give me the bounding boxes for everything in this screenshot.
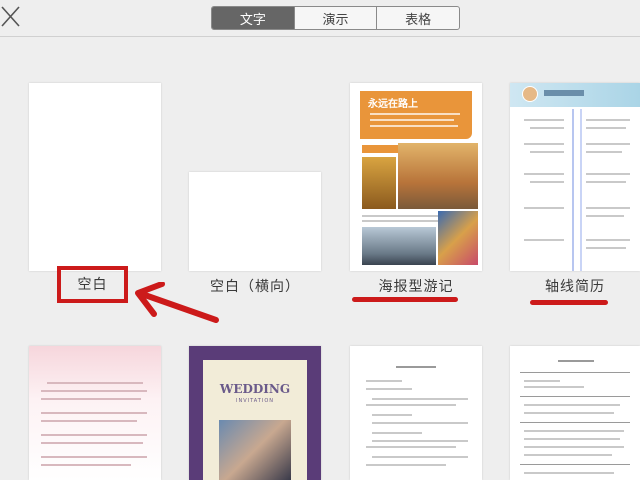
template-label-poster-travel: 海报型游记	[378, 279, 454, 295]
poster-photo	[362, 157, 396, 209]
poster-photo	[398, 143, 478, 209]
template-label-axis-resume: 轴线简历	[545, 279, 605, 295]
resume-header	[510, 83, 640, 107]
tab-presentation[interactable]: 演示	[295, 7, 378, 29]
poster-title-banner: 永远在路上	[360, 91, 472, 139]
poster-photo	[438, 211, 478, 265]
template-document[interactable]	[350, 346, 482, 480]
close-icon	[1, 6, 20, 27]
timeline-axis	[572, 109, 574, 271]
poster-title: 永远在路上	[368, 99, 418, 110]
template-personal-resume[interactable]	[510, 346, 640, 480]
wedding-subtitle: INVITATION	[235, 398, 274, 404]
wedding-photo	[219, 420, 291, 480]
close-button[interactable]	[0, 4, 22, 30]
template-wedding-invitation[interactable]: WEDDING INVITATION	[189, 346, 321, 480]
template-pink-letter[interactable]	[29, 346, 161, 480]
document-type-tabs: 文字 演示 表格	[211, 6, 460, 30]
template-blank[interactable]	[29, 83, 161, 271]
tab-text[interactable]: 文字	[212, 7, 295, 29]
header-divider	[0, 36, 640, 37]
template-blank-landscape[interactable]	[189, 172, 321, 271]
template-axis-resume[interactable]	[510, 83, 640, 271]
tab-spreadsheet[interactable]: 表格	[377, 7, 459, 29]
underline-mark	[352, 297, 458, 302]
avatar	[522, 86, 538, 102]
highlight-box	[57, 266, 128, 303]
wedding-title: WEDDING	[219, 382, 291, 396]
template-label-blank-landscape: 空白（横向）	[210, 279, 300, 295]
poster-tag	[362, 145, 402, 153]
template-poster-travel[interactable]: 永远在路上	[350, 83, 482, 271]
underline-mark	[530, 300, 608, 305]
poster-photo	[362, 227, 436, 265]
